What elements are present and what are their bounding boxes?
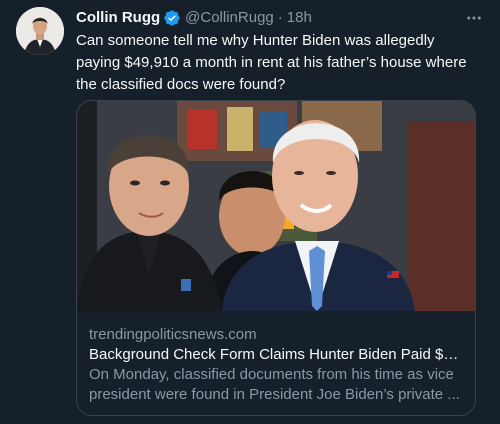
- more-options-glyph: [467, 16, 481, 20]
- verified-badge-icon: [164, 10, 180, 26]
- card-image[interactable]: [77, 101, 475, 311]
- tweet-text: Can someone tell me why Hunter Biden was…: [76, 32, 467, 93]
- card-title[interactable]: Background Check Form Claims Hunter Bide…: [89, 345, 463, 365]
- link-preview-card[interactable]: trendingpoliticsnews.com Background Chec…: [76, 100, 476, 416]
- author-name[interactable]: Collin Rugg: [76, 8, 160, 28]
- more-options-icon[interactable]: [464, 8, 484, 28]
- card-photo: [77, 101, 475, 311]
- header-separator: ·: [277, 9, 283, 26]
- avatar-portrait: [16, 7, 64, 55]
- card-domain: trendingpoliticsnews.com: [89, 326, 257, 343]
- tweet-timestamp[interactable]: 18h: [287, 8, 312, 28]
- card-body[interactable]: trendingpoliticsnews.com Background Chec…: [89, 325, 463, 405]
- author-handle[interactable]: @CollinRugg: [185, 8, 274, 28]
- avatar[interactable]: [16, 7, 64, 55]
- tweet[interactable]: Collin Rugg @CollinRugg · 18h Can someon…: [0, 0, 500, 424]
- tweet-header: Collin Rugg @CollinRugg · 18h: [76, 8, 484, 28]
- card-description: On Monday, classified documents from his…: [89, 366, 460, 403]
